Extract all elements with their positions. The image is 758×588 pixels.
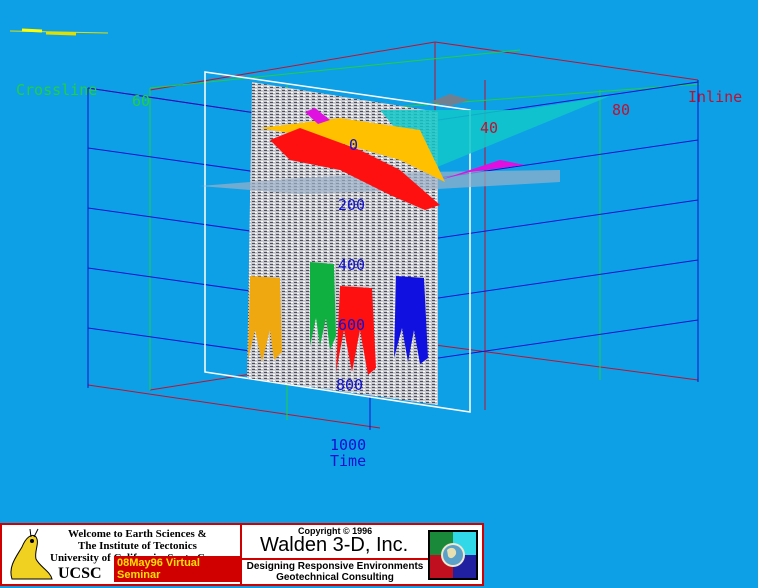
company-tagline: Designing Responsive Environments Geotec… <box>242 558 428 584</box>
walden-panel[interactable]: Copyright © 1996 Walden 3-D, Inc. Design… <box>242 525 482 584</box>
time-tick: 800 <box>336 376 363 394</box>
seminar-banner[interactable]: Welcome to Earth Sciences & The Institut… <box>0 523 484 586</box>
banana-slug-icon <box>10 528 53 580</box>
crossline-axis-label: Crossline <box>16 81 97 99</box>
legend-dash-icon <box>9 28 109 36</box>
inline-tick: 40 <box>480 119 498 137</box>
company-name: Walden 3-D, Inc. <box>260 534 409 556</box>
seismic-3d-view[interactable]: Crossline 60 Inline 40 80 0 200 400 600 … <box>0 0 758 520</box>
tagline-line-2: Geotechnical Consulting <box>276 572 394 583</box>
crossline-tick: 60 <box>132 92 150 110</box>
time-tick: 200 <box>338 196 365 214</box>
time-tick: 600 <box>338 316 365 334</box>
ucsc-label: UCSC <box>58 565 102 582</box>
inline-tick: 80 <box>612 101 630 119</box>
welcome-line-1: Welcome to Earth Sciences & <box>68 528 207 540</box>
inline-axis-label: Inline <box>688 88 742 106</box>
time-tick: 0 <box>349 136 358 154</box>
time-tick: 400 <box>338 256 365 274</box>
time-axis-label: Time <box>330 452 366 470</box>
globe-quadrant-icon <box>428 530 478 580</box>
seminar-date: 08May96 Virtual Seminar <box>114 556 240 582</box>
welcome-line-2: The Institute of Tectonics <box>78 540 197 552</box>
tagline-line-1: Designing Responsive Environments <box>246 561 424 572</box>
ucsc-panel[interactable]: Welcome to Earth Sciences & The Institut… <box>2 525 242 584</box>
